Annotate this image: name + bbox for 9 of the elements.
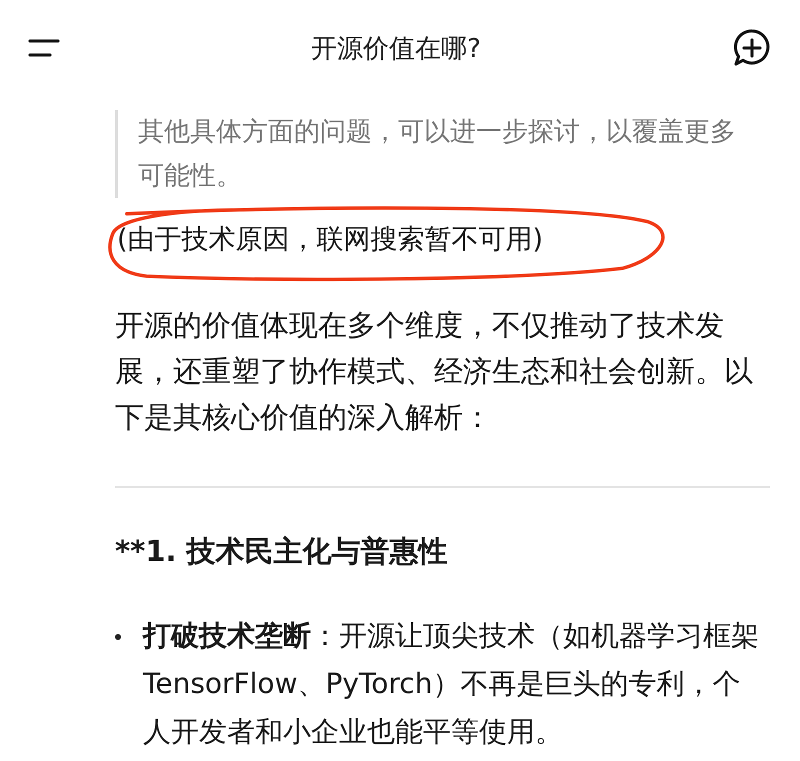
chat-title: 开源价值在哪?: [311, 32, 481, 66]
bullet-dot-icon: [115, 634, 121, 640]
bullet-text: 打破技术垄断：开源让顶尖技术（如机器学习框架 TensorFlow、PyTorch）不再是巨头的专利，个人开发者和小企业也能平等使用。: [143, 618, 760, 750]
quote-text: 其他具体方面的问题，可以进一步探讨，以覆盖更多可能性。: [138, 116, 737, 193]
section-heading: **1. 技术民主化与普惠性: [115, 533, 449, 570]
new-chat-icon[interactable]: [732, 28, 772, 68]
note-text: (由于技术原因，联网搜索暂不可用): [116, 223, 544, 257]
menu-icon[interactable]: [28, 39, 60, 57]
answer-paragraph: 开源的价值体现在多个维度，不仅推动了技术发展，还重塑了协作模式、经济生态和社会创新。以下是其核心价值的深入解析：: [115, 307, 754, 436]
